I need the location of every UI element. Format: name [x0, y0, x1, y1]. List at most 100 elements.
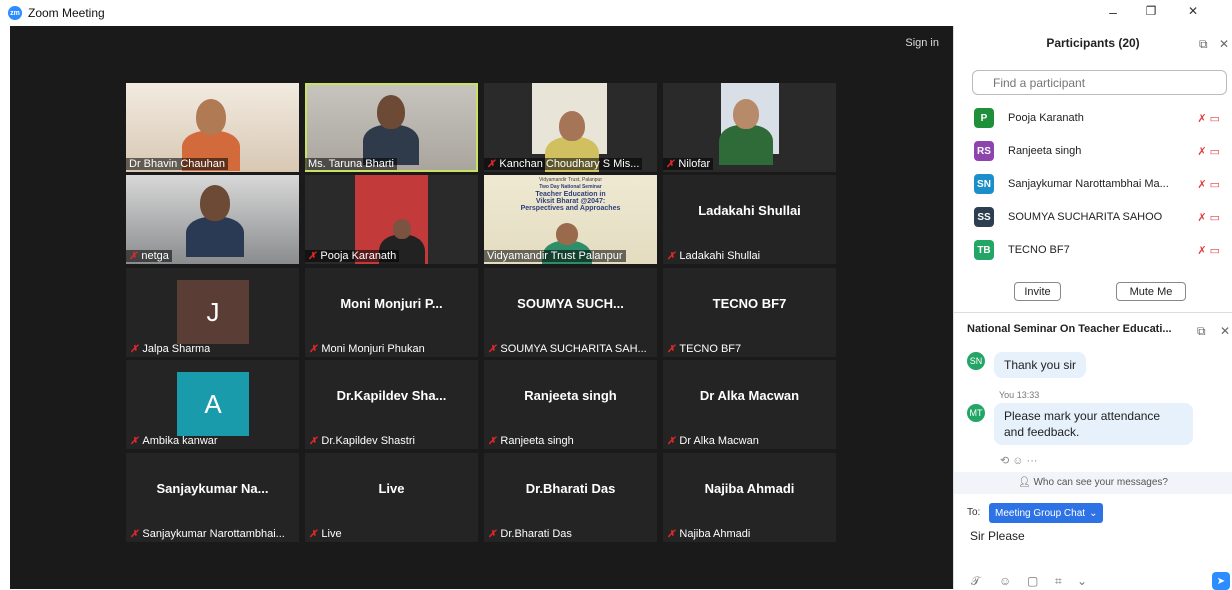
tile-display-name: Live — [378, 481, 405, 496]
avatar: J — [177, 280, 249, 344]
participant-tile[interactable]: Dr Alka Macwan ✗ Dr Alka Macwan — [663, 360, 836, 449]
message-line: Please mark your attendance — [1004, 409, 1161, 423]
participant-row[interactable]: RS Ranjeeta singh ✗ ▭ — [974, 140, 1226, 162]
video-gallery: Sign in Dr Bhavin Chauhan Ms. Taruna Bhar… — [10, 26, 953, 589]
video-face — [200, 185, 230, 221]
participant-tile[interactable]: A ✗ Ambika kanwar — [126, 360, 299, 449]
more-chevron-icon[interactable]: ⌄ — [1077, 574, 1087, 588]
participant-tile[interactable]: Vidyamandir Trust, Palanpur Two Day Natio… — [484, 175, 657, 264]
video-face — [556, 223, 578, 245]
participant-tile[interactable]: Ms. Taruna Bharti — [305, 83, 478, 172]
window-title: Zoom Meeting — [28, 6, 105, 20]
close-button[interactable]: ✕ — [1183, 4, 1203, 18]
participant-row[interactable]: SN Sanjaykumar Narottambhai Ma... ✗ ▭ — [974, 173, 1226, 195]
tile-display-name: Moni Monjuri P... — [340, 296, 443, 311]
muted-mic-icon: ✗ ▭ — [1197, 244, 1220, 257]
tile-name-label: ✗ Sanjaykumar Narottambhai... — [130, 528, 285, 540]
video-face — [196, 99, 226, 135]
participant-avatar: SS — [974, 207, 994, 227]
chat-close-icon[interactable]: ✕ — [1220, 324, 1230, 338]
file-icon[interactable]: ▢ — [1027, 574, 1038, 588]
mute-me-button[interactable]: Mute Me — [1116, 282, 1186, 301]
participant-tile[interactable]: Ladakahi Shullai ✗ Ladakahi Shullai — [663, 175, 836, 264]
participant-row[interactable]: P Pooja Karanath ✗ ▭ — [974, 107, 1226, 129]
participant-name: Najiba Ahmadi — [679, 528, 751, 540]
participant-tile[interactable]: Dr Bhavin Chauhan — [126, 83, 299, 172]
participant-search-input[interactable] — [972, 70, 1227, 95]
muted-mic-icon: ✗ ▭ — [1197, 112, 1220, 125]
muted-mic-icon: ✗ ▭ — [1197, 178, 1220, 191]
participant-tile[interactable]: Live ✗ Live — [305, 453, 478, 542]
participant-row[interactable]: SS SOUMYA SUCHARITA SAHOO ✗ ▭ — [974, 206, 1226, 228]
participant-tile[interactable]: Moni Monjuri P... ✗ Moni Monjuri Phukan — [305, 268, 478, 357]
video-face — [559, 111, 585, 141]
participant-tile[interactable]: Najiba Ahmadi ✗ Najiba Ahmadi — [663, 453, 836, 542]
video-face — [377, 95, 405, 129]
screenshot-icon[interactable]: ⌗ — [1055, 574, 1062, 589]
invite-button[interactable]: Invite — [1014, 282, 1061, 301]
participant-name: Moni Monjuri Phukan — [321, 343, 425, 355]
muted-mic-icon: ✗ — [130, 435, 139, 447]
tile-name-label: ✗ Ambika kanwar — [130, 435, 218, 447]
recipient-dropdown[interactable]: Meeting Group Chat ⌄ — [989, 503, 1104, 523]
participant-tile[interactable]: Sanjaykumar Na... ✗ Sanjaykumar Narottambh… — [126, 453, 299, 542]
tile-name-label: ✗ Live — [309, 528, 342, 540]
participant-tile[interactable]: ✗ Pooja Karanath — [305, 175, 478, 264]
participant-tile[interactable]: Dr.Kapildev Sha... ✗ Dr.Kapildev Shastri — [305, 360, 478, 449]
message-meta: You 13:33 — [999, 390, 1040, 400]
participant-row[interactable]: TB TECNO BF7 ✗ ▭ — [974, 239, 1226, 261]
sign-in-link[interactable]: Sign in — [905, 37, 939, 49]
muted-mic-icon: ✗ — [309, 528, 318, 540]
muted-mic-icon: ✗ — [667, 343, 676, 355]
participant-name: SOUMYA SUCHARITA SAH... — [500, 343, 647, 355]
participant-name: Kanchan Choudhary S Mis... — [499, 158, 640, 170]
slide-text: Vidyamandir Trust, Palanpur — [539, 177, 602, 183]
participant-tile[interactable]: SOUMYA SUCH... ✗ SOUMYA SUCHARITA SAH... — [484, 268, 657, 357]
participant-name: Sanjaykumar Narottambhai... — [142, 528, 285, 540]
recipient-label: Meeting Group Chat — [995, 507, 1086, 519]
slide-text: Teacher Education in — [535, 191, 606, 198]
chat-popout-icon[interactable]: ⧉ — [1197, 324, 1206, 339]
restore-button[interactable]: ❐ — [1141, 4, 1161, 18]
tile-display-name: TECNO BF7 — [712, 296, 787, 311]
tile-display-name: SOUMYA SUCH... — [517, 296, 624, 311]
participant-tile[interactable]: Ranjeeta singh ✗ Ranjeeta singh — [484, 360, 657, 449]
side-panel: Participants (20) ⧉ ✕ 🔍︎ PPooja Karanath… — [953, 26, 1232, 590]
send-button[interactable]: ➤ — [1212, 572, 1230, 590]
slide-text: Perspectives and Approaches — [520, 205, 621, 212]
participant-tile[interactable]: ✗ Nilofar — [663, 83, 836, 172]
format-icon[interactable]: 𝒯 — [971, 574, 980, 589]
muted-mic-icon: ✗ — [667, 250, 676, 262]
participant-tile[interactable]: ✗ netga — [126, 175, 299, 264]
video-face — [393, 219, 411, 239]
tile-name-label: ✗ Dr Alka Macwan — [667, 435, 759, 447]
participant-tile[interactable]: TECNO BF7 ✗ TECNO BF7 — [663, 268, 836, 357]
tile-name-label: ✗ Najiba Ahmadi — [667, 528, 750, 540]
slide-text: Viksit Bharat @2047: — [535, 198, 606, 205]
sender-avatar: MT — [967, 404, 985, 422]
participant-tile[interactable]: Dr.Bharati Das ✗ Dr.Bharati Das — [484, 453, 657, 542]
tile-name-label: ✗ Pooja Karanath — [305, 250, 400, 262]
zoom-logo-icon: zm — [8, 6, 22, 20]
tile-name-label: ✗ Dr.Bharati Das — [488, 528, 572, 540]
participant-tile[interactable]: J ✗ Jalpa Sharma — [126, 268, 299, 357]
participant-tile[interactable]: ✗ Kanchan Choudhary S Mis... — [484, 83, 657, 172]
participant-avatar: TB — [974, 240, 994, 260]
chat-input[interactable]: Sir Please — [970, 529, 1025, 543]
who-can-see-link[interactable]: 👤︎ Who can see your messages? — [954, 472, 1232, 494]
person-icon: 👤︎ — [1018, 477, 1034, 488]
close-panel-icon[interactable]: ✕ — [1219, 37, 1229, 51]
popout-icon[interactable]: ⧉ — [1199, 37, 1208, 52]
emoji-icon[interactable]: ☺ — [999, 574, 1011, 588]
tile-display-name: Dr.Bharati Das — [525, 481, 616, 496]
participant-name: TECNO BF7 — [679, 343, 742, 355]
tile-name-label: ✗ Nilofar — [663, 158, 714, 170]
tile-display-name: Ranjeeta singh — [524, 388, 617, 403]
message-actions[interactable]: ⟲ ☺ ··· — [1000, 454, 1038, 467]
participant-name: Dr.Kapildev Shastri — [321, 435, 415, 447]
muted-mic-icon: ✗ — [308, 250, 317, 262]
participant-name: Dr Alka Macwan — [679, 435, 759, 447]
tile-name-label: ✗ Dr.Kapildev Shastri — [309, 435, 415, 447]
minimize-button[interactable]: – — [1103, 4, 1123, 20]
participant-name: Pooja Karanath — [320, 250, 397, 262]
